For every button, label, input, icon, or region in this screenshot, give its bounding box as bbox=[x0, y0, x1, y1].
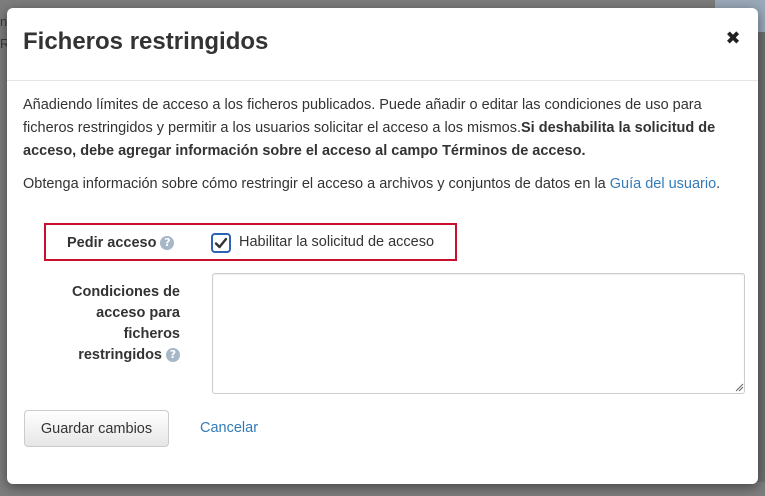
cancel-link[interactable]: Cancelar bbox=[200, 420, 258, 436]
guide-paragraph: Obtenga información sobre cómo restringi… bbox=[23, 173, 738, 196]
intro-paragraph: Añadiendo límites de acceso a los ficher… bbox=[23, 94, 738, 163]
question-circle-icon[interactable]: ? bbox=[160, 236, 175, 251]
conditions-textarea[interactable] bbox=[212, 273, 745, 394]
checkmark-icon bbox=[214, 237, 228, 249]
close-icon[interactable]: ✖ bbox=[722, 26, 744, 52]
question-circle-icon[interactable]: ? bbox=[166, 348, 180, 363]
guide-text: Obtenga información sobre cómo restringi… bbox=[23, 176, 610, 192]
restricted-files-modal: Ficheros restringidos ✖ Añadiendo límite… bbox=[7, 8, 758, 484]
save-changes-button[interactable]: Guardar cambios bbox=[24, 410, 169, 447]
request-access-row: Pedir acceso? Habilitar la solicitud de … bbox=[44, 223, 457, 261]
request-access-label-text: Pedir acceso bbox=[67, 235, 157, 251]
request-access-label: Pedir acceso? bbox=[67, 235, 175, 251]
modal-header: Ficheros restringidos ✖ bbox=[7, 8, 758, 81]
resize-grip-icon[interactable] bbox=[735, 383, 744, 392]
user-guide-link[interactable]: Guía del usuario bbox=[610, 176, 716, 192]
enable-request-checkbox[interactable] bbox=[211, 233, 231, 253]
enable-request-label[interactable]: Habilitar la solicitud de acceso bbox=[239, 234, 434, 250]
conditions-label-text: Condiciones de acceso para ficheros rest… bbox=[72, 284, 180, 363]
guide-end: . bbox=[716, 176, 721, 192]
modal-body: Añadiendo límites de acceso a los ficher… bbox=[23, 94, 738, 196]
conditions-label: Condiciones de acceso para ficheros rest… bbox=[47, 282, 180, 366]
modal-title: Ficheros restringidos bbox=[23, 28, 269, 55]
